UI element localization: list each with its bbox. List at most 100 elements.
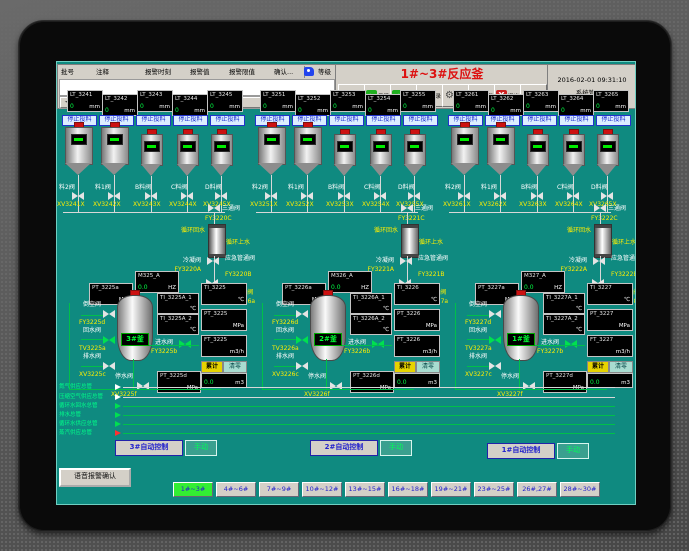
feed-valve[interactable]	[215, 192, 227, 201]
reactor-valve[interactable]	[103, 310, 115, 319]
three-way-valve[interactable]	[208, 204, 220, 213]
reactor-valve[interactable]	[103, 336, 115, 345]
temperature-indicator-a1-unit: ℃	[383, 306, 389, 312]
reactor-valve[interactable]	[296, 310, 308, 319]
feed-valve-label: 料1阀	[288, 184, 322, 191]
level-transmitter-tag: LT_3253	[333, 92, 355, 98]
feed-valve[interactable]	[531, 192, 543, 201]
reactor-valve[interactable]	[489, 362, 501, 371]
pipe	[467, 339, 489, 340]
manual-button[interactable]: 手动	[185, 440, 217, 456]
reactor-valve[interactable]	[523, 382, 535, 391]
feed-valve[interactable]	[301, 192, 313, 201]
feed-valve[interactable]	[108, 192, 120, 201]
page-button-9[interactable]: 28#~30#	[560, 482, 600, 497]
feed-valve[interactable]	[265, 192, 277, 201]
feed-valve-label: 料1阀	[481, 184, 515, 191]
reactor-valve[interactable]	[489, 336, 501, 345]
totalizer-accum-button[interactable]: 累计	[201, 361, 223, 373]
feed-valve[interactable]	[408, 192, 420, 201]
pipe	[467, 366, 489, 367]
three-way-valve-label: 三通阀	[222, 205, 248, 212]
level-transmitter-value: 0	[561, 107, 565, 114]
page-button-4[interactable]: 13#~15#	[345, 482, 385, 497]
page-button-6[interactable]: 19#~21#	[431, 482, 471, 497]
page-button-7[interactable]: 23#~25#	[474, 482, 514, 497]
reactor-valve[interactable]	[296, 336, 308, 345]
level-transmitter-tag: LT_3254	[368, 96, 390, 102]
page-button-8[interactable]: 26#,27#	[517, 482, 557, 497]
manual-button[interactable]: 手动	[557, 443, 589, 459]
tank-cone	[101, 163, 127, 175]
tank-level-display	[71, 134, 87, 145]
page-button-5[interactable]: 16#~18#	[388, 482, 428, 497]
reactor-valve[interactable]	[489, 310, 501, 319]
agitator-motor-speed: M325_A0.0HZ	[135, 271, 179, 293]
reactor-valve[interactable]	[103, 362, 115, 371]
condense-valve[interactable]	[400, 257, 412, 266]
feed-tank	[177, 129, 197, 185]
level-transmitter: LT_32630mm	[523, 90, 559, 112]
pressure-transmitter-top-tag: PT_3225a	[92, 285, 119, 291]
page-button-3[interactable]: 10#~12#	[302, 482, 342, 497]
flow-transmitter-tag: FT_3226	[397, 337, 420, 343]
tank-level-bar	[340, 145, 349, 148]
condense-valve[interactable]	[593, 257, 605, 266]
totalizer-accum-button[interactable]: 累计	[587, 361, 609, 373]
level-transmitter-tag: LT_3252	[298, 96, 320, 102]
reactor-valve[interactable]	[137, 382, 149, 391]
totalizer-accum-button[interactable]: 累计	[394, 361, 416, 373]
pipe	[81, 315, 103, 316]
condenser-return-label: 循环回水	[167, 227, 205, 234]
voice-alarm-ack-button[interactable]: 语音报警确认	[59, 468, 131, 487]
feed-valve[interactable]	[458, 192, 470, 201]
condense-valve[interactable]	[207, 257, 219, 266]
manual-button[interactable]: 手动	[380, 440, 412, 456]
alarm-table-header: 批号注释报警时刻报警值报警限值确认...等级	[59, 65, 333, 78]
feed-valve-label: C料阀	[557, 184, 591, 191]
three-way-valve-label: 三通阀	[608, 205, 634, 212]
feed-tank	[563, 129, 583, 185]
reactor-valve[interactable]	[330, 382, 342, 391]
utility-flow-arrow	[115, 421, 121, 427]
feed-valve[interactable]	[145, 192, 157, 201]
feed-tank	[451, 122, 477, 184]
pipe	[274, 339, 296, 340]
feed-valve[interactable]	[567, 192, 579, 201]
tank-cone	[141, 164, 161, 176]
auto-control-button[interactable]: 2#自动控制	[310, 440, 378, 456]
totalizer-reset-button[interactable]: 清零	[416, 361, 440, 373]
feed-valve[interactable]	[494, 192, 506, 201]
alarm-column-header: 注释	[94, 66, 145, 78]
page-button-1[interactable]: 4#~6#	[216, 482, 256, 497]
temperature-indicator-unit: ℃	[624, 297, 630, 303]
page-button-2[interactable]: 7#~9#	[259, 482, 299, 497]
tank-level-display	[264, 134, 280, 145]
tank-body	[101, 127, 129, 165]
feed-valve[interactable]	[374, 192, 386, 201]
totalizer-reset-button[interactable]: 清零	[609, 361, 633, 373]
auto-control-button[interactable]: 3#自动控制	[115, 440, 183, 456]
feed-valve[interactable]	[601, 192, 613, 201]
level-transmitter-unit: mm	[317, 108, 328, 114]
three-way-valve[interactable]	[594, 204, 606, 213]
feed-valve[interactable]	[181, 192, 193, 201]
reactor-valve-label: 排水阀	[469, 353, 497, 360]
feed-valve[interactable]	[338, 192, 350, 201]
level-transmitter-unit: mm	[352, 104, 363, 110]
totalizer-reset-button[interactable]: 清零	[223, 361, 247, 373]
level-transmitter: LT_32530mm	[330, 90, 366, 112]
level-transmitter-tag: LT_3255	[403, 92, 425, 98]
page-button-0[interactable]: 1#~3#	[173, 482, 213, 497]
auto-control-button[interactable]: 1#自动控制	[487, 443, 555, 459]
feed-tank	[65, 122, 91, 184]
tank-level-display	[214, 141, 230, 152]
agitator-motor-speed-tag: M325_A	[138, 273, 160, 279]
pipe	[467, 315, 489, 316]
temperature-indicator-a1-unit: ℃	[190, 306, 196, 312]
pressure-transmitter-bottom-tag: PT_3226d	[353, 373, 380, 379]
three-way-valve[interactable]	[401, 204, 413, 213]
reactor-valve[interactable]	[296, 362, 308, 371]
feed-valve[interactable]	[72, 192, 84, 201]
three-way-valve-label: 三通阀	[415, 205, 441, 212]
